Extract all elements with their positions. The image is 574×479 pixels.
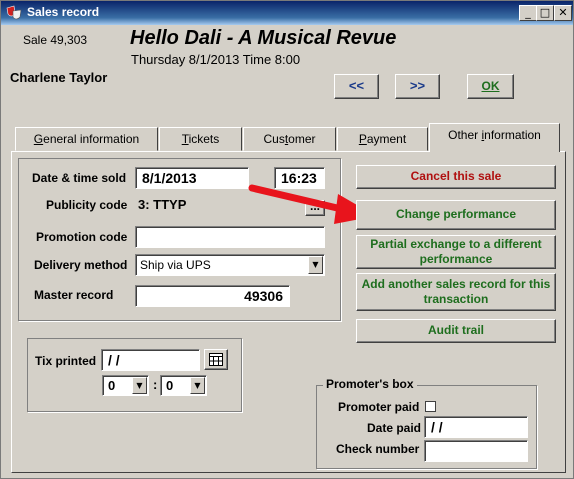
date-paid-label: Date paid bbox=[367, 421, 422, 435]
master-record-input[interactable]: 49306 bbox=[135, 285, 290, 307]
tab-tickets[interactable]: Tickets bbox=[159, 127, 242, 151]
title-bar[interactable]: Sales record _ □ ✕ bbox=[1, 1, 573, 25]
master-record-label: Master record bbox=[34, 288, 114, 302]
window-title: Sales record bbox=[27, 5, 100, 19]
chevron-down-icon[interactable]: ▼ bbox=[190, 377, 205, 394]
promoter-paid-label: Promoter paid bbox=[338, 400, 420, 414]
sales-record-window: Sales record _ □ ✕ Sale 49,303 Hello Dal… bbox=[0, 0, 574, 479]
promotion-code-label: Promotion code bbox=[36, 230, 128, 244]
tix-printed-label: Tix printed bbox=[35, 354, 97, 368]
tab-general-information[interactable]: General information bbox=[15, 127, 158, 151]
delivery-method-label: Delivery method bbox=[34, 258, 128, 272]
cancel-sale-button[interactable]: Cancel this sale bbox=[356, 165, 556, 189]
change-performance-button[interactable]: Change performance bbox=[356, 200, 556, 230]
time-separator: : bbox=[153, 377, 158, 392]
minimize-button[interactable]: _ bbox=[519, 5, 537, 21]
chevron-down-icon[interactable]: ▼ bbox=[308, 256, 323, 274]
promoters-box-legend: Promoter's box bbox=[323, 377, 417, 391]
sale-number: Sale 49,303 bbox=[23, 33, 88, 47]
publicity-code-value: 3: TTYP bbox=[138, 197, 187, 212]
next-record-button[interactable]: >> bbox=[395, 74, 440, 99]
calendar-button[interactable] bbox=[204, 349, 228, 370]
delivery-method-value: Ship via UPS bbox=[140, 258, 211, 272]
tix-hour-value: 0 bbox=[108, 378, 116, 393]
tix-minute-value: 0 bbox=[166, 378, 174, 393]
date-time-sold-label: Date & time sold bbox=[32, 171, 127, 185]
tab-other-information[interactable]: Other information bbox=[429, 123, 560, 152]
previous-record-button[interactable]: << bbox=[334, 74, 379, 99]
theater-masks-icon bbox=[6, 5, 22, 20]
promoter-paid-checkbox[interactable] bbox=[425, 401, 436, 412]
show-title: Hello Dali - A Musical Revue bbox=[130, 27, 397, 49]
audit-trail-button[interactable]: Audit trail bbox=[356, 319, 556, 343]
check-number-label: Check number bbox=[336, 442, 420, 456]
partial-exchange-button[interactable]: Partial exchange to a different performa… bbox=[356, 235, 556, 269]
promotion-code-input[interactable] bbox=[135, 226, 325, 248]
close-button[interactable]: ✕ bbox=[554, 5, 572, 21]
tix-hour-select[interactable]: 0 ▼ bbox=[102, 375, 149, 396]
tab-customer[interactable]: Customer bbox=[243, 127, 336, 151]
tab-payment[interactable]: Payment bbox=[337, 127, 428, 151]
check-number-input[interactable] bbox=[424, 440, 528, 462]
performance-datetime: Thursday 8/1/2013 Time 8:00 bbox=[131, 52, 301, 67]
customer-name: Charlene Taylor bbox=[10, 70, 108, 85]
add-sales-record-button[interactable]: Add another sales record for this transa… bbox=[356, 273, 556, 311]
publicity-code-label: Publicity code bbox=[46, 198, 128, 212]
tix-minute-select[interactable]: 0 ▼ bbox=[160, 375, 207, 396]
date-paid-input[interactable]: / / bbox=[424, 416, 528, 438]
date-sold-input[interactable]: 8/1/2013 bbox=[135, 167, 249, 189]
maximize-button[interactable]: □ bbox=[536, 5, 554, 21]
delivery-method-select[interactable]: Ship via UPS ▼ bbox=[135, 254, 325, 276]
ok-button[interactable]: OK bbox=[467, 74, 514, 99]
calendar-icon bbox=[209, 353, 223, 366]
chevron-down-icon[interactable]: ▼ bbox=[132, 377, 147, 394]
tix-printed-date-input[interactable]: / / bbox=[101, 349, 200, 371]
